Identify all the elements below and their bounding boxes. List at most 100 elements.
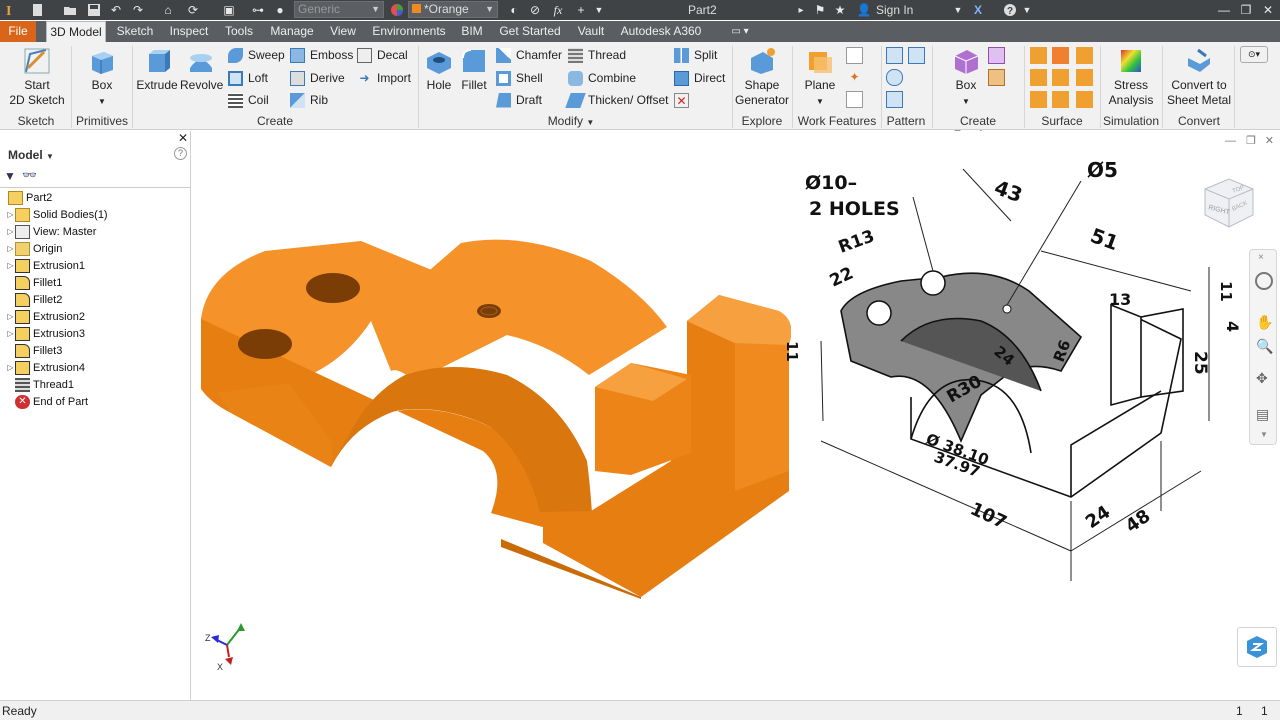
- material-combo[interactable]: *Orange ▼: [408, 1, 498, 18]
- thread-button[interactable]: Thread: [568, 46, 626, 64]
- fillet-button[interactable]: Fillet: [456, 46, 492, 93]
- extrude-button[interactable]: Extrude: [136, 46, 178, 93]
- help-icon[interactable]: ?: [1002, 2, 1018, 18]
- app-logo-icon[interactable]: I: [2, 2, 18, 18]
- start-2d-sketch-button[interactable]: Start 2D Sketch: [6, 46, 68, 108]
- ucs-icon[interactable]: [846, 91, 863, 108]
- surface-sculpt-icon[interactable]: [1076, 47, 1093, 64]
- expand-icon[interactable]: ▷: [6, 312, 15, 321]
- chamfer-button[interactable]: Chamfer: [496, 46, 562, 64]
- graphics-window[interactable]: — ❐ ✕ Ø10– 2 HOLES Ø5 43 51 R13 22 13 11…: [191, 131, 1280, 700]
- tab-inspect[interactable]: Inspect: [165, 21, 213, 42]
- navbar-dropdown-icon[interactable]: ▼: [1260, 430, 1268, 439]
- derive-button[interactable]: Derive: [290, 69, 345, 87]
- clear-appearance-icon[interactable]: ⊘: [527, 2, 543, 18]
- ribbon-options-icon[interactable]: ▭ ▾: [726, 21, 754, 42]
- new-file-icon[interactable]: [30, 2, 46, 18]
- sign-in-dropdown-icon[interactable]: ▼: [952, 2, 964, 18]
- ribbon-customize-dropdown[interactable]: ⊙▾: [1240, 46, 1268, 63]
- tab-3d-model[interactable]: 3D Model: [46, 21, 106, 42]
- expand-icon[interactable]: ▷: [6, 329, 15, 338]
- work-point-icon[interactable]: ✦: [846, 69, 863, 86]
- freeform-convert-icon[interactable]: [988, 69, 1005, 86]
- surface-extend-icon[interactable]: [1052, 69, 1069, 86]
- work-axis-icon[interactable]: [846, 47, 863, 64]
- shell-button[interactable]: Shell: [496, 69, 543, 87]
- restore-icon[interactable]: ❐: [1238, 2, 1254, 18]
- redo-icon[interactable]: ↷: [130, 2, 146, 18]
- surface-stitch-icon[interactable]: [1030, 47, 1047, 64]
- open-folder-icon[interactable]: [62, 2, 78, 18]
- look-at-icon[interactable]: ▤: [1256, 406, 1269, 423]
- thicken-offset-button[interactable]: Thicken/ Offset: [565, 91, 668, 109]
- surface-trim-icon[interactable]: [1030, 69, 1047, 86]
- rectangular-pattern-icon[interactable]: [886, 47, 903, 64]
- rib-button[interactable]: Rib: [290, 91, 328, 109]
- group-label-modify[interactable]: Modify ▼: [540, 114, 602, 128]
- navbar-close-icon[interactable]: ×: [1258, 252, 1264, 263]
- surface-patch-icon[interactable]: [1052, 47, 1069, 64]
- surface-repair-icon[interactable]: [1052, 91, 1069, 108]
- filter-icon[interactable]: ▼: [4, 169, 16, 183]
- plane-button[interactable]: Plane ▼: [798, 46, 842, 109]
- tree-item-fillet1[interactable]: Fillet1: [15, 274, 62, 291]
- add-command-icon[interactable]: +: [574, 2, 588, 18]
- tab-sketch[interactable]: Sketch: [113, 21, 157, 42]
- loft-button[interactable]: Loft: [228, 69, 268, 87]
- box-primitive-button[interactable]: Box ▼: [80, 46, 124, 109]
- tab-tools[interactable]: Tools: [220, 21, 258, 42]
- direct-button[interactable]: Direct: [674, 69, 725, 87]
- close-window-icon[interactable]: ✕: [1260, 2, 1276, 18]
- user-icon[interactable]: 👤: [856, 2, 872, 18]
- search-binoculars-icon[interactable]: 👓: [22, 168, 37, 182]
- tab-environments[interactable]: Environments: [368, 21, 450, 42]
- sketch-pattern-icon[interactable]: [886, 91, 903, 108]
- tab-get-started[interactable]: Get Started: [495, 21, 565, 42]
- help-dropdown-icon[interactable]: ▼: [1022, 2, 1032, 18]
- viewcube[interactable]: TOP RIGHT BACK: [1199, 171, 1263, 235]
- appearance-sphere-icon[interactable]: ●: [272, 2, 288, 18]
- expand-icon[interactable]: ▷: [6, 261, 15, 270]
- browser-title[interactable]: Model ▼: [8, 148, 54, 162]
- freeform-box-button[interactable]: Box ▼: [946, 46, 986, 109]
- tree-item-end-of-part[interactable]: ✕ End of Part: [15, 393, 88, 410]
- surface-fit-icon[interactable]: [1076, 91, 1093, 108]
- zoom-icon[interactable]: 🔍: [1256, 338, 1273, 355]
- update-icon[interactable]: ⟳: [182, 2, 204, 18]
- close-browser-icon[interactable]: ✕: [178, 131, 188, 145]
- subscription-icon[interactable]: ⚑: [812, 2, 828, 18]
- customize-dropdown-icon[interactable]: ▼: [594, 2, 604, 18]
- decal-button[interactable]: Decal: [357, 46, 408, 64]
- pan-hand-icon[interactable]: ✋: [1256, 314, 1273, 331]
- hole-button[interactable]: Hole: [422, 46, 456, 93]
- appearance-combo[interactable]: Generic ▼: [294, 1, 384, 18]
- revolve-button[interactable]: Revolve: [180, 46, 223, 93]
- surface-delete-icon[interactable]: [1030, 91, 1047, 108]
- tab-autodesk-a360[interactable]: Autodesk A360: [617, 21, 705, 42]
- steering-wheel-icon[interactable]: [1255, 272, 1273, 290]
- draft-button[interactable]: Draft: [496, 91, 542, 109]
- tab-bim[interactable]: BIM: [458, 21, 486, 42]
- tree-item-thread1[interactable]: Thread1: [15, 376, 74, 393]
- tree-item-extrusion1[interactable]: ▷ Extrusion1: [6, 257, 85, 274]
- exchange-apps-icon[interactable]: X: [970, 2, 986, 18]
- import-button[interactable]: ➜ Import: [357, 69, 411, 87]
- browser-help-icon[interactable]: ?: [174, 147, 187, 160]
- tab-manage[interactable]: Manage: [266, 21, 318, 42]
- combine-button[interactable]: Combine: [568, 69, 636, 87]
- freeform-edit-icon[interactable]: [988, 47, 1005, 64]
- tab-vault[interactable]: Vault: [573, 21, 609, 42]
- tree-item-solid-bodies[interactable]: ▷ Solid Bodies(1): [6, 206, 108, 223]
- expand-icon[interactable]: ▷: [6, 244, 15, 253]
- favorites-star-icon[interactable]: ★: [832, 2, 848, 18]
- fx-parameters-icon[interactable]: fx: [550, 2, 566, 18]
- tab-file[interactable]: File: [0, 21, 36, 42]
- tree-item-fillet2[interactable]: Fillet2: [15, 291, 62, 308]
- tree-item-fillet3[interactable]: Fillet3: [15, 342, 62, 359]
- tree-item-extrusion3[interactable]: ▷ Extrusion3: [6, 325, 85, 342]
- expand-icon[interactable]: ▷: [6, 363, 15, 372]
- tab-view[interactable]: View: [326, 21, 360, 42]
- sweep-button[interactable]: Sweep: [228, 46, 285, 64]
- coil-button[interactable]: Coil: [228, 91, 269, 109]
- tree-item-extrusion4[interactable]: ▷ Extrusion4: [6, 359, 85, 376]
